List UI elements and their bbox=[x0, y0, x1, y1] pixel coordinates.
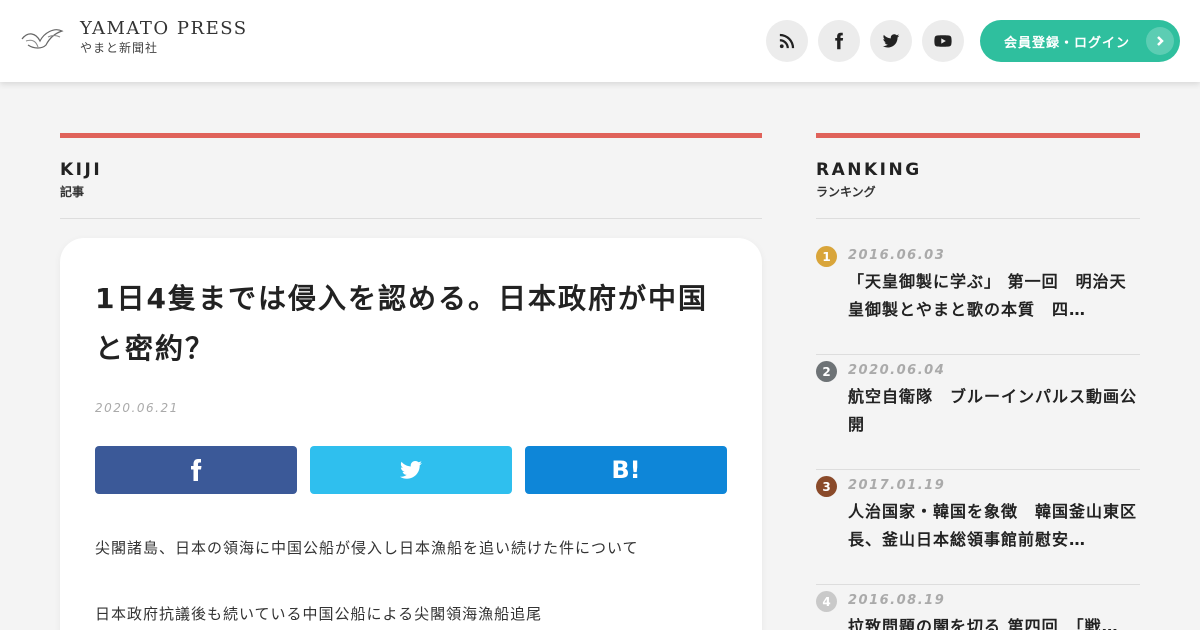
divider bbox=[60, 218, 762, 219]
logo-bird-icon bbox=[21, 29, 64, 49]
rank-badge: 2 bbox=[816, 361, 837, 382]
ranking-date: 2016.08.19 bbox=[848, 593, 946, 608]
rss-button[interactable] bbox=[766, 20, 808, 62]
ranking-title: 「天皇御製に学ぶ」 第一回 明治天皇御製とやまと歌の本質 四… bbox=[848, 272, 1127, 319]
divider bbox=[816, 218, 1140, 219]
login-label: 会員登録・ログイン bbox=[1004, 35, 1131, 51]
rank-badge: 1 bbox=[816, 246, 837, 267]
twitter-icon bbox=[400, 461, 422, 479]
article-date: 2020.06.21 bbox=[95, 401, 179, 415]
facebook-icon bbox=[191, 459, 202, 481]
ranking-item[interactable]: 1 2016.06.03 「天皇御製に学ぶ」 第一回 明治天皇御製とやまと歌の本… bbox=[816, 240, 1140, 355]
twitter-button[interactable] bbox=[870, 20, 912, 62]
login-button[interactable]: 会員登録・ログイン bbox=[980, 20, 1180, 62]
share-twitter-button[interactable] bbox=[310, 446, 512, 494]
rank-badge: 3 bbox=[816, 476, 837, 497]
article-paragraph: 尖閣諸島、日本の領海に中国公船が侵入し日本漁船を追い続けた件について bbox=[95, 539, 639, 557]
kiji-title-ja: 記事 bbox=[60, 185, 85, 199]
twitter-icon bbox=[882, 34, 900, 48]
share-facebook-button[interactable] bbox=[95, 446, 297, 494]
share-hatena-button[interactable]: B! bbox=[525, 446, 727, 494]
ranking-title: 航空自衛隊 ブルーインパルス動画公開 bbox=[848, 387, 1138, 434]
site-header: YAMATO PRESS やまと新聞社 会員登録・ログイン bbox=[0, 0, 1200, 82]
logo-subtitle: やまと新聞社 bbox=[80, 41, 159, 55]
ranking-item[interactable]: 4 2016.08.19 拉致問題の闇を切る 第四回 「戦… bbox=[816, 585, 1140, 630]
hatena-bookmark-icon: B! bbox=[611, 456, 641, 484]
article-paragraph: 日本政府抗議後も続いている中国公船による尖閣領海漁船追尾 bbox=[95, 605, 543, 623]
ranking-item[interactable]: 3 2017.01.19 人治国家・韓国を象徴 韓国釜山東区長、釜山日本総領事館… bbox=[816, 470, 1140, 585]
ranking-title: 人治国家・韓国を象徴 韓国釜山東区長、釜山日本総領事館前慰安… bbox=[848, 502, 1138, 549]
facebook-icon bbox=[835, 32, 844, 50]
facebook-button[interactable] bbox=[818, 20, 860, 62]
ranking-date: 2017.01.19 bbox=[848, 478, 946, 493]
ranking-title: 拉致問題の闇を切る 第四回 「戦… bbox=[848, 617, 1119, 630]
article-card: 1日4隻までは侵入を認める。日本政府が中国と密約？ 2020.06.21 B! … bbox=[60, 238, 762, 630]
rank-badge: 4 bbox=[816, 591, 837, 612]
social-links bbox=[766, 20, 974, 62]
youtube-icon bbox=[934, 35, 952, 47]
ranking-item[interactable]: 2 2020.06.04 航空自衛隊 ブルーインパルス動画公開 bbox=[816, 355, 1140, 470]
article-title: 1日4隻までは侵入を認める。日本政府が中国と密約？ bbox=[95, 282, 708, 365]
site-logo[interactable]: YAMATO PRESS やまと新聞社 bbox=[20, 18, 248, 56]
ranking-title-en: RANKING bbox=[816, 160, 922, 180]
logo-title: YAMATO PRESS bbox=[80, 18, 248, 39]
ranking-date: 2020.06.04 bbox=[848, 363, 946, 378]
chevron-right-icon bbox=[1146, 27, 1174, 55]
rss-icon bbox=[779, 33, 795, 49]
kiji-section-header: KIJI 記事 bbox=[60, 133, 762, 219]
ranking-title-ja: ランキング bbox=[816, 185, 876, 199]
kiji-title-en: KIJI bbox=[60, 160, 103, 180]
ranking-section-header: RANKING ランキング bbox=[816, 133, 1140, 219]
youtube-button[interactable] bbox=[922, 20, 964, 62]
ranking-date: 2016.06.03 bbox=[848, 248, 946, 263]
